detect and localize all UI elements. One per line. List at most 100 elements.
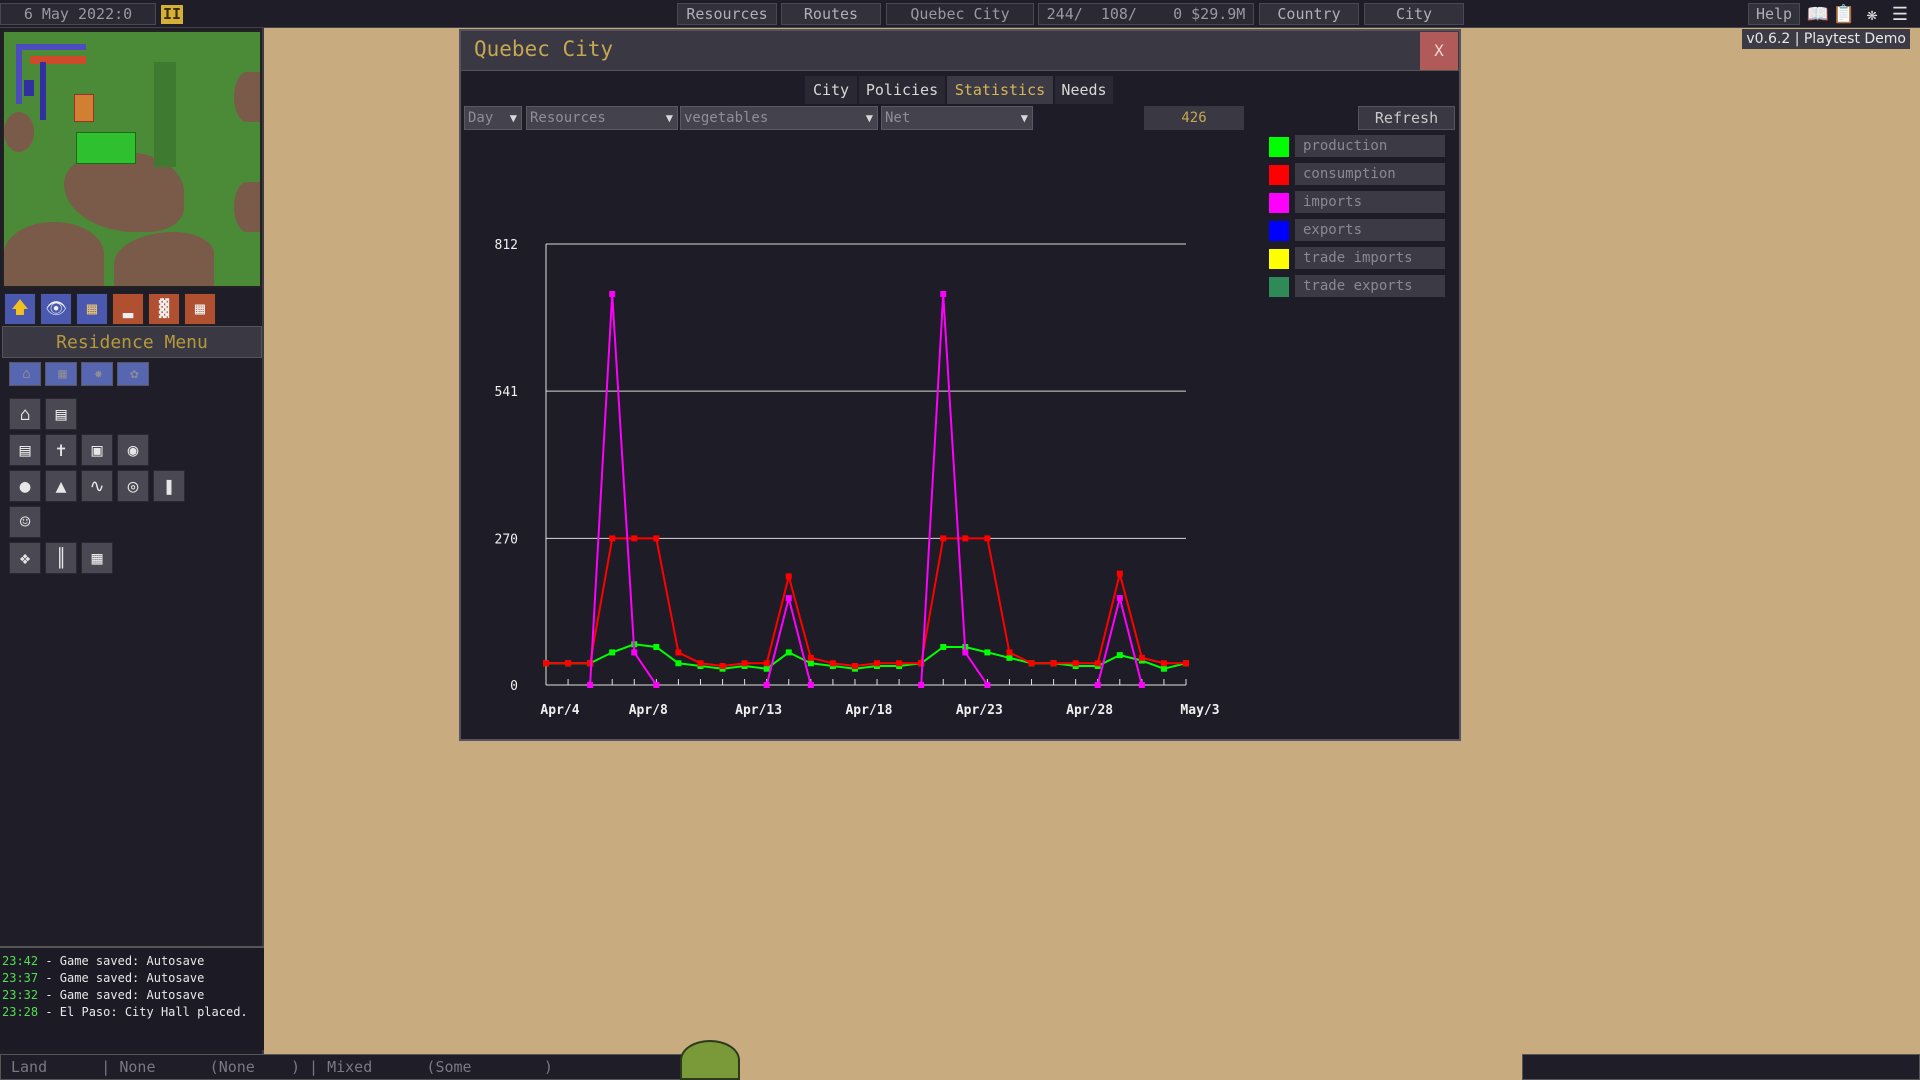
data-point-consumption [1072,660,1079,667]
data-point-consumption [896,660,903,667]
dialog-title-bar[interactable]: Quebec City X [461,31,1459,71]
church-icon[interactable]: ✝ [45,434,77,466]
network-icon[interactable]: ✸ [81,362,113,386]
data-point-production [940,643,947,650]
legend-swatch [1269,165,1289,185]
data-point-consumption [1116,570,1123,577]
residence-menu-title: Residence Menu [2,326,262,358]
data-point-imports [763,682,770,688]
legend-swatch [1269,193,1289,213]
grid-icon[interactable]: ▦ [81,542,113,574]
data-point-imports [940,290,947,297]
track-icon[interactable]: ▦ [184,293,216,325]
book-icon[interactable]: 📖 [1806,3,1830,25]
house-icon[interactable]: ⌂ [9,362,41,386]
store-icon[interactable]: ▤ [45,398,77,430]
data-point-consumption [940,535,947,542]
legend-swatch [1269,277,1289,297]
data-point-consumption [1028,660,1035,667]
school-icon[interactable]: ▣ [81,434,113,466]
data-point-production [1160,665,1167,672]
period-select[interactable]: Day ▼ [464,106,522,130]
map-terrain-feature[interactable] [680,1040,740,1080]
period-select-value: Day [468,110,494,126]
park-icon[interactable]: ✿ [117,362,149,386]
log-line: 23:32 - Game saved: Autosave [2,988,205,1002]
data-point-production [984,649,991,656]
y-tick-label: 270 [495,532,518,547]
data-point-production [1116,652,1123,659]
bug-icon[interactable]: ❋ [1860,3,1884,25]
pause-button[interactable]: II [161,5,183,24]
data-point-production [785,649,792,656]
bird-icon[interactable]: ❖ [9,542,41,574]
data-point-consumption [807,654,814,661]
data-point-imports [609,290,616,297]
eye-icon[interactable]: 👁 [40,293,72,325]
data-point-consumption [675,649,682,656]
data-point-production [653,643,660,650]
data-point-consumption [565,660,572,667]
rail-icon[interactable]: ▓ [148,293,180,325]
data-point-imports [653,682,660,688]
category-select[interactable]: Resources ▼ [526,106,678,130]
data-point-consumption [653,535,660,542]
data-point-imports [1094,682,1101,688]
resource-select[interactable]: vegetables ▼ [680,106,878,130]
data-point-imports [1138,682,1145,688]
log-line: 23:28 - El Paso: City Hall placed. [2,1005,248,1019]
top-bar: 6 May 2022:0 II Resources Routes Quebec … [0,0,1920,28]
data-point-production [807,660,814,667]
resources-button[interactable]: Resources [677,3,777,25]
sports-icon[interactable]: ◎ [117,470,149,502]
resource-select-value: vegetables [684,110,769,126]
close-button[interactable]: X [1420,32,1458,70]
data-point-consumption [1050,660,1057,667]
refresh-button[interactable]: Refresh [1358,106,1455,130]
tab-policies[interactable]: Policies [858,75,946,105]
data-point-consumption [829,660,836,667]
help-button[interactable]: Help [1748,3,1800,25]
clipboard-icon[interactable]: 📋 [1832,3,1856,25]
road-icon[interactable]: ▂ [112,293,144,325]
country-button[interactable]: Country [1259,3,1359,25]
tab-city[interactable]: City [804,75,858,105]
road-piece-icon[interactable]: ║ [45,542,77,574]
data-point-consumption [874,660,881,667]
books-icon[interactable]: ❚ [153,470,185,502]
legend-label: imports [1295,191,1445,213]
legend-label: consumption [1295,163,1445,185]
menu-icon[interactable]: ☰ [1888,3,1912,25]
factory-icon[interactable]: ▦ [45,362,77,386]
category-select-value: Resources [530,110,606,126]
data-point-consumption [785,573,792,580]
status-bar: Land | None (None ) | Mixed (Some ) [0,1054,700,1080]
tab-needs[interactable]: Needs [1054,75,1114,105]
tab-statistics[interactable]: Statistics [946,75,1054,105]
data-point-consumption [984,535,991,542]
log-line: 23:42 - Game saved: Autosave [2,954,205,968]
legend-swatch [1269,137,1289,157]
mode-select[interactable]: Net ▼ [881,106,1033,130]
data-point-imports [1116,595,1123,602]
hospital-icon[interactable]: ☺ [9,506,41,538]
chevron-down-icon: ▼ [1020,111,1028,125]
fence-icon[interactable]: ▤ [9,434,41,466]
legend-label: production [1295,135,1445,157]
routes-button[interactable]: Routes [781,3,881,25]
apple-icon[interactable]: ● [9,470,41,502]
data-point-imports [807,682,814,688]
stadium-icon[interactable]: ◉ [117,434,149,466]
mask-icon[interactable]: ∿ [81,470,113,502]
y-tick-label: 0 [510,679,518,694]
city-button[interactable]: City [1364,3,1464,25]
silo-icon[interactable]: ▲ [45,470,77,502]
city-statistics-dialog: Quebec City X City Policies Statistics N… [459,29,1461,741]
data-point-consumption [1183,660,1189,667]
data-point-consumption [741,660,748,667]
map-icon[interactable]: ▦ [76,293,108,325]
minimap[interactable] [2,30,262,288]
arrow-up-icon[interactable]: 🡅 [4,293,36,325]
residence-icon[interactable]: ⌂ [9,398,41,430]
data-point-production [1006,654,1013,661]
